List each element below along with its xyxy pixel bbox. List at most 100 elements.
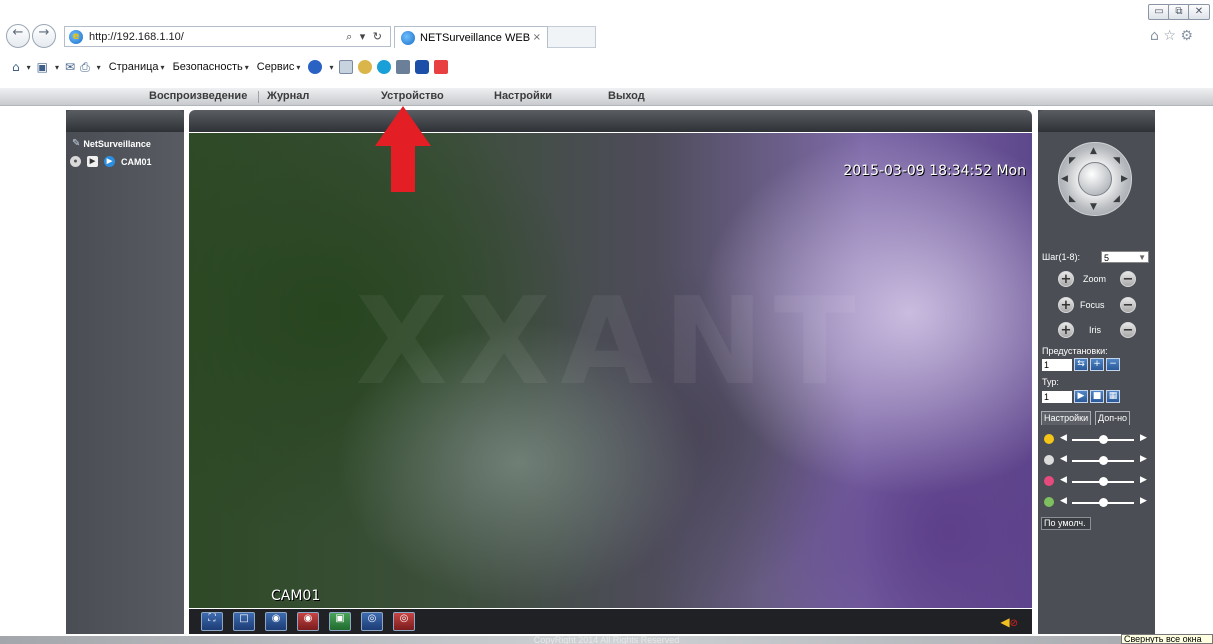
toolbar-gear-icon[interactable]: [358, 60, 373, 74]
ptz-left-icon[interactable]: ◀: [1061, 174, 1068, 184]
menu-device[interactable]: Устройство: [381, 90, 444, 102]
hue-slider-knob[interactable]: [1099, 498, 1108, 507]
camera-label: CAM01: [121, 156, 152, 167]
copyright-text: CopyRight 2014 All Rights Reserved: [533, 635, 680, 644]
ptz-down-icon[interactable]: ▼: [1090, 202, 1097, 212]
address-tools-icon[interactable]: ⌕ ▾ ↻: [346, 30, 384, 44]
ptz-up-icon[interactable]: ▲: [1090, 146, 1097, 156]
tab-advanced[interactable]: Доп-но: [1095, 411, 1131, 425]
saturation-increase-icon[interactable]: ▶: [1140, 475, 1147, 485]
video-header: [189, 110, 1032, 132]
device-tree-root[interactable]: ✎ NetSurveillance: [72, 138, 151, 149]
menu-log[interactable]: Журнал: [267, 90, 309, 102]
volume-mute-icon[interactable]: ◀⊘: [1000, 615, 1018, 629]
step-select[interactable]: 5 ▼: [1101, 251, 1149, 263]
tour-label: Тур:: [1042, 377, 1059, 387]
ptz-center-button[interactable]: [1078, 162, 1112, 196]
menu-settings[interactable]: Настройки: [494, 90, 552, 102]
toolbar-k2-icon[interactable]: [434, 60, 449, 74]
stop-talk-icon[interactable]: ◎: [393, 612, 415, 631]
hue-decrease-icon[interactable]: ◀: [1060, 496, 1067, 506]
zoom-out-button[interactable]: −: [1120, 271, 1136, 287]
restore-button[interactable]: ⧉: [1168, 4, 1190, 20]
brightness-slider-row: ◀ ▶: [1044, 433, 1152, 446]
contrast-slider-knob[interactable]: [1099, 456, 1108, 465]
red-arrow-annotation: [375, 106, 431, 192]
camera-row[interactable]: ● ▶ ▶ CAM01: [70, 156, 152, 167]
skype-icon[interactable]: [377, 60, 392, 74]
saturation-decrease-icon[interactable]: ◀: [1060, 475, 1067, 485]
preset-input[interactable]: 1: [1042, 359, 1072, 371]
menu-exit[interactable]: Выход: [608, 90, 645, 102]
preset-add-button[interactable]: +: [1090, 358, 1104, 371]
iris-open-button[interactable]: +: [1058, 322, 1074, 338]
forward-button[interactable]: →: [32, 24, 56, 48]
iris-close-button[interactable]: −: [1120, 322, 1136, 338]
device-panel: ✎ NetSurveillance ● ▶ ▶ CAM01: [66, 110, 184, 634]
tour-grid-button[interactable]: ▦: [1106, 390, 1120, 403]
toolbar-tool-icon[interactable]: [396, 60, 411, 74]
feeds-icon[interactable]: ▣: [37, 60, 48, 74]
preset-remove-button[interactable]: −: [1106, 358, 1120, 371]
stop-record-icon[interactable]: ◉: [297, 612, 319, 631]
focus-out-button[interactable]: −: [1120, 297, 1136, 313]
browser-chrome: ▭ ⧉ ✕ ← → e http://192.168.1.10/ ⌕ ▾ ↻ N…: [0, 0, 1213, 88]
tour-start-button[interactable]: ▶: [1074, 390, 1088, 403]
step-value: 5: [1104, 253, 1110, 263]
ptz-down-right-icon[interactable]: ◢: [1113, 194, 1120, 204]
contrast-increase-icon[interactable]: ▶: [1140, 454, 1147, 464]
brightness-slider-knob[interactable]: [1099, 435, 1108, 444]
osd-camera-name: CAM01: [271, 588, 321, 604]
ptz-right-icon[interactable]: ▶: [1121, 174, 1128, 184]
ptz-up-left-icon[interactable]: ◤: [1069, 156, 1076, 166]
mail-icon[interactable]: ✉: [65, 60, 75, 74]
osd-timestamp: 2015-03-09 18:34:52 Mon: [843, 163, 1026, 179]
menu-tools[interactable]: Сервис ▾: [257, 61, 301, 73]
hue-increase-icon[interactable]: ▶: [1140, 496, 1147, 506]
address-url: http://192.168.1.10/: [89, 30, 184, 43]
fullscreen-icon[interactable]: ⛶: [201, 612, 223, 631]
contrast-decrease-icon[interactable]: ◀: [1060, 454, 1067, 464]
address-bar[interactable]: e http://192.168.1.10/ ⌕ ▾ ↻: [64, 26, 391, 47]
iris-label: Iris: [1089, 325, 1101, 335]
play-icon[interactable]: ▶: [87, 156, 98, 167]
image-tabs: Настройки Доп-но: [1041, 411, 1154, 425]
hue-slider-row: ◀ ▶: [1044, 496, 1152, 509]
menu-playback[interactable]: Воспроизведение: [149, 90, 247, 102]
ptz-down-left-icon[interactable]: ◣: [1069, 194, 1076, 204]
focus-in-button[interactable]: +: [1058, 297, 1074, 313]
browser-tab[interactable]: NETSurveillance WEB ×: [394, 26, 548, 48]
home-icon[interactable]: ⌂: [12, 60, 20, 74]
brightness-increase-icon[interactable]: ▶: [1140, 433, 1147, 443]
tour-input[interactable]: 1: [1042, 391, 1072, 403]
default-button[interactable]: По умолч.: [1041, 517, 1091, 530]
video-view[interactable]: XXANT 2015-03-09 18:34:52 Mon CAM01: [189, 133, 1032, 608]
focus-label: Focus: [1080, 300, 1105, 310]
ptz-up-right-icon[interactable]: ◥: [1113, 156, 1120, 166]
tab-close-icon[interactable]: ×: [533, 32, 541, 43]
snapshot-icon[interactable]: ▣: [329, 612, 351, 631]
new-tab-button[interactable]: [548, 26, 596, 48]
saturation-slider-knob[interactable]: [1099, 477, 1108, 486]
record-icon[interactable]: ●: [70, 156, 81, 167]
print-icon[interactable]: ⎙: [80, 60, 90, 75]
toolbar-k-icon[interactable]: [339, 60, 354, 74]
back-button[interactable]: ←: [6, 24, 30, 48]
bluetooth-icon[interactable]: [415, 60, 430, 74]
home-favorites-settings-icons[interactable]: ⌂ ☆ ⚙: [1150, 28, 1193, 44]
record-video-icon[interactable]: ◉: [265, 612, 287, 631]
brightness-decrease-icon[interactable]: ◀: [1060, 433, 1067, 443]
live-icon[interactable]: ▶: [104, 156, 115, 167]
help-icon[interactable]: [308, 60, 323, 74]
preset-goto-button[interactable]: ⇆: [1074, 358, 1088, 371]
minimize-button[interactable]: ▭: [1148, 4, 1170, 20]
tab-image-settings[interactable]: Настройки: [1041, 411, 1092, 425]
zoom-in-button[interactable]: +: [1058, 271, 1074, 287]
device-panel-header: [66, 110, 184, 132]
single-view-icon[interactable]: □: [233, 612, 255, 631]
talk-icon[interactable]: ◎: [361, 612, 383, 631]
close-window-button[interactable]: ✕: [1188, 4, 1210, 20]
tour-stop-button[interactable]: ■: [1090, 390, 1104, 403]
menu-security[interactable]: Безопасность ▾: [173, 61, 249, 73]
menu-page[interactable]: Страница ▾: [109, 61, 165, 73]
